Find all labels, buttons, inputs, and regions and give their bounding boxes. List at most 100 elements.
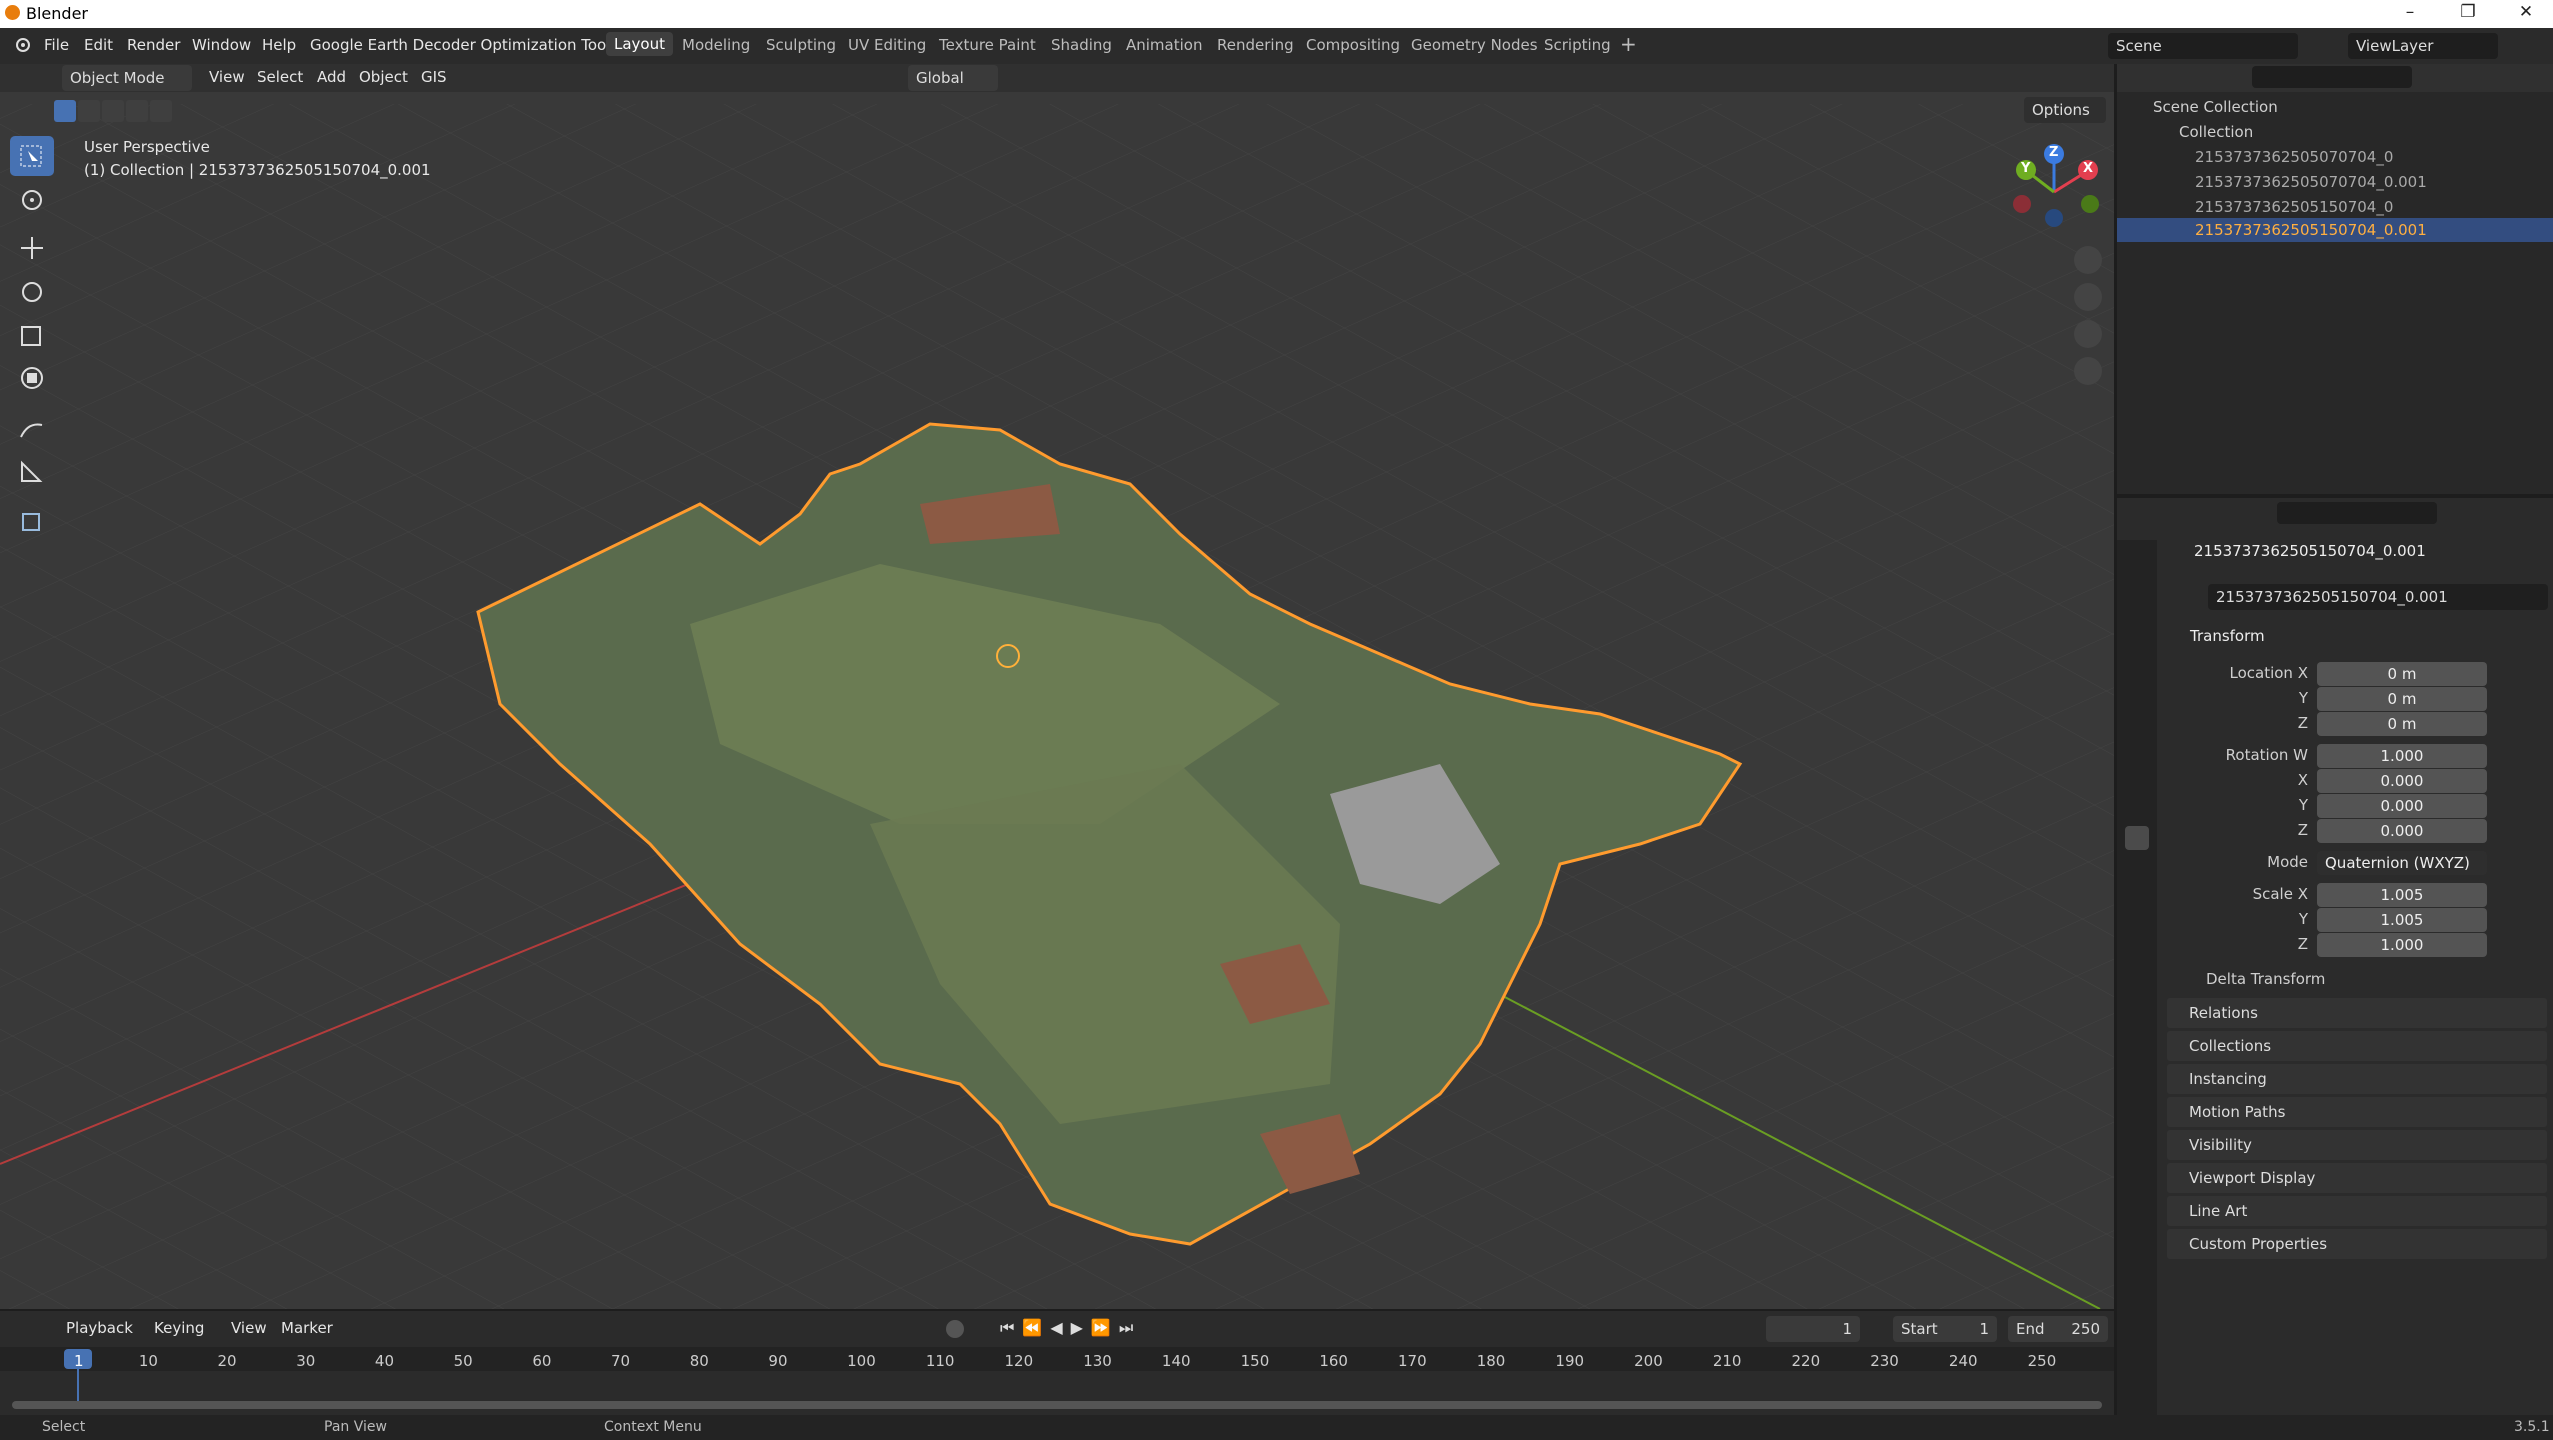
tool-rotate[interactable] xyxy=(10,272,54,312)
orientation-selector[interactable]: Global xyxy=(908,65,998,91)
outliner-collection[interactable]: Collection xyxy=(2179,123,2253,141)
location-y-field[interactable]: 0 m xyxy=(2317,687,2487,711)
menu-window[interactable]: Window xyxy=(192,36,251,54)
panel-visibility[interactable]: Visibility xyxy=(2167,1130,2547,1160)
viewport-menu-select[interactable]: Select xyxy=(257,68,303,86)
rotation-z-field[interactable]: 0.000 xyxy=(2317,819,2487,843)
select-extend-icon[interactable] xyxy=(78,100,100,122)
outliner-item[interactable]: 2153737362505070704_0.001 xyxy=(2195,173,2427,191)
select-subtract-icon[interactable] xyxy=(102,100,124,122)
grid-view-icon[interactable] xyxy=(2074,357,2102,385)
outliner: Scene Collection Collection 215373736250… xyxy=(2117,64,2553,494)
viewport-menu-view[interactable]: View xyxy=(209,68,245,86)
menu-edit[interactable]: Edit xyxy=(84,36,113,54)
restore-icon[interactable]: ❐ xyxy=(2448,2,2488,22)
viewport-menu-gis[interactable]: GIS xyxy=(421,68,447,86)
menu-file[interactable]: File xyxy=(44,36,69,54)
menu-google-earth-tools[interactable]: Google Earth Decoder Optimization Tools xyxy=(310,36,618,54)
tool-transform[interactable] xyxy=(10,358,54,398)
blender-menu-icon[interactable] xyxy=(12,34,32,54)
pan-hand-icon[interactable] xyxy=(2074,283,2102,311)
tab-geometry-nodes[interactable]: Geometry Nodes xyxy=(1411,36,1538,54)
timeline-menu-playback[interactable]: Playback xyxy=(66,1319,133,1337)
tab-compositing[interactable]: Compositing xyxy=(1306,36,1400,54)
3d-viewport[interactable] xyxy=(0,64,2114,1309)
panel-motion-paths[interactable]: Motion Paths xyxy=(2167,1097,2547,1127)
tool-add-cube[interactable] xyxy=(10,500,54,540)
tab-sculpting[interactable]: Sculpting xyxy=(766,36,836,54)
outliner-item[interactable]: 2153737362505150704_0 xyxy=(2195,198,2393,216)
tool-annotate[interactable] xyxy=(10,410,54,450)
outliner-item-selected[interactable]: 2153737362505150704_0.001 xyxy=(2195,221,2427,239)
end-frame-field[interactable]: End 250 xyxy=(2008,1316,2108,1342)
rotation-x-field[interactable]: 0.000 xyxy=(2317,769,2487,793)
tool-cursor[interactable] xyxy=(10,180,54,220)
tab-uv-editing[interactable]: UV Editing xyxy=(848,36,926,54)
add-workspace-icon[interactable]: + xyxy=(1620,32,1637,56)
timeline-menu-marker[interactable]: Marker xyxy=(281,1319,333,1337)
rotation-mode-dropdown[interactable]: Quaternion (WXYZ) xyxy=(2317,851,2487,875)
start-frame-field[interactable]: Start 1 xyxy=(1893,1316,1997,1342)
tab-shading[interactable]: Shading xyxy=(1051,36,1112,54)
tool-scale[interactable] xyxy=(10,316,54,356)
current-frame-field[interactable]: 1 xyxy=(1766,1316,1860,1342)
menu-render[interactable]: Render xyxy=(127,36,180,54)
panel-relations[interactable]: Relations xyxy=(2167,998,2547,1028)
select-intersect-icon[interactable] xyxy=(150,100,172,122)
object-name-field[interactable]: 2153737362505150704_0.001 xyxy=(2208,584,2548,610)
tab-scripting[interactable]: Scripting xyxy=(1544,36,1611,54)
scale-x-field[interactable]: 1.005 xyxy=(2317,883,2487,907)
outliner-item[interactable]: 2153737362505070704_0 xyxy=(2195,148,2393,166)
timeline-tick: 100 xyxy=(847,1352,876,1370)
location-x-label: Location X xyxy=(2229,664,2309,682)
menu-help[interactable]: Help xyxy=(262,36,296,54)
scene-selector[interactable]: Scene xyxy=(2108,33,2298,59)
outliner-search-input[interactable] xyxy=(2252,66,2412,88)
transform-panel-header[interactable]: Transform xyxy=(2190,627,2265,645)
minimize-icon[interactable]: – xyxy=(2390,2,2430,22)
panel-viewport-display[interactable]: Viewport Display xyxy=(2167,1163,2547,1193)
panel-collections[interactable]: Collections xyxy=(2167,1031,2547,1061)
zoom-icon[interactable] xyxy=(2074,246,2102,274)
select-new-icon[interactable] xyxy=(54,100,76,122)
mode-selector[interactable]: Object Mode xyxy=(62,65,192,91)
navigation-gizmo[interactable]: Z X Y xyxy=(2008,142,2118,242)
properties-search-input[interactable] xyxy=(2277,502,2437,524)
delta-transform-subpanel[interactable]: Delta Transform xyxy=(2206,970,2325,988)
playback-controls-icon[interactable]: ⏮⏪◀▶⏩⏭ xyxy=(1000,1318,1144,1340)
timeline-menu-keying[interactable]: Keying xyxy=(154,1319,204,1337)
tab-animation[interactable]: Animation xyxy=(1126,36,1202,54)
blender-version: 3.5.1 xyxy=(2514,1419,2550,1435)
viewport-header: Object Mode View Select Add Object GIS G… xyxy=(0,64,2114,92)
tool-move[interactable] xyxy=(10,228,54,268)
tab-texture-paint[interactable]: Texture Paint xyxy=(939,36,1036,54)
close-icon[interactable]: ✕ xyxy=(2506,2,2546,22)
viewport-menu-add[interactable]: Add xyxy=(317,68,346,86)
tool-measure[interactable] xyxy=(10,452,54,492)
location-x-field[interactable]: 0 m xyxy=(2317,662,2487,686)
tab-modeling[interactable]: Modeling xyxy=(682,36,750,54)
view-layer-selector[interactable]: ViewLayer xyxy=(2348,33,2498,59)
outliner-scene-collection[interactable]: Scene Collection xyxy=(2153,98,2278,116)
timeline-menu-view[interactable]: View xyxy=(231,1319,267,1337)
panel-line-art[interactable]: Line Art xyxy=(2167,1196,2547,1226)
viewport-menu-object[interactable]: Object xyxy=(359,68,408,86)
panel-custom-properties[interactable]: Custom Properties xyxy=(2167,1229,2547,1259)
panel-instancing[interactable]: Instancing xyxy=(2167,1064,2547,1094)
rotation-y-field[interactable]: 0.000 xyxy=(2317,794,2487,818)
scale-y-field[interactable]: 1.005 xyxy=(2317,908,2487,932)
select-invert-icon[interactable] xyxy=(126,100,148,122)
record-icon[interactable] xyxy=(946,1320,964,1338)
tool-select-box[interactable] xyxy=(10,136,54,176)
view-layer-name: ViewLayer xyxy=(2356,37,2434,55)
timeline-tick: 140 xyxy=(1161,1352,1191,1370)
location-z-field[interactable]: 0 m xyxy=(2317,712,2487,736)
timeline-scrollbar[interactable] xyxy=(12,1401,2102,1409)
tab-rendering[interactable]: Rendering xyxy=(1217,36,1294,54)
rotation-w-field[interactable]: 1.000 xyxy=(2317,744,2487,768)
options-dropdown[interactable]: Options xyxy=(2024,97,2106,123)
camera-icon[interactable] xyxy=(2074,320,2102,348)
scale-z-field[interactable]: 1.000 xyxy=(2317,933,2487,957)
object-properties-tab-icon[interactable] xyxy=(2125,826,2149,850)
tab-layout[interactable]: Layout xyxy=(606,32,673,56)
